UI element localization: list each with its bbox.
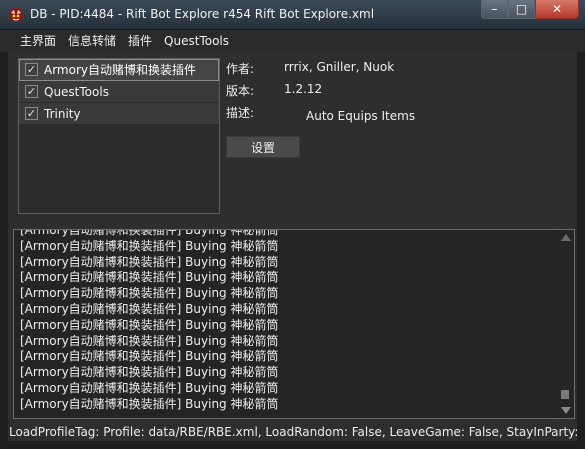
plugin-list: ✓ Armory自动赌博和换装插件 ✓ QuestTools ✓ Trinity	[18, 58, 220, 214]
status-text: LoadProfileTag: Profile: data/RBE/RBE.xm…	[9, 425, 577, 439]
app-icon	[9, 8, 23, 22]
scroll-down-icon[interactable]	[561, 407, 571, 414]
checkmark-icon: ✓	[26, 63, 37, 76]
author-label: 作者:	[226, 62, 255, 76]
menu-questtools[interactable]: QuestTools	[158, 30, 235, 52]
checkmark-icon: ✓	[26, 107, 37, 120]
log-line: [Armory自动赌博和换装插件] Buying 神秘箭筒	[20, 254, 279, 269]
log-line: [Armory自动赌博和换装插件] Buying 神秘箭筒	[20, 396, 279, 411]
status-bar: LoadProfileTag: Profile: data/RBE/RBE.xm…	[8, 424, 577, 441]
scroll-thumb[interactable]	[561, 390, 569, 399]
log-lines: [Armory自动赌博和换装插件] Buying 神秘箭筒 [Armory自动赌…	[20, 229, 560, 413]
menu-main[interactable]: 主界面	[14, 30, 62, 52]
checkmark-icon: ✓	[26, 85, 37, 98]
log-line: [Armory自动赌博和换装插件] Buying 神秘箭筒	[20, 229, 279, 237]
menu-bar: 主界面 信息转储 插件 QuestTools	[0, 30, 585, 52]
minimize-button[interactable]: –	[481, 0, 508, 19]
log-line: [Armory自动赌博和换装插件] Buying 神秘箭筒	[20, 365, 279, 380]
close-button[interactable]: ✕	[535, 0, 579, 19]
scroll-up-icon[interactable]	[561, 234, 571, 241]
log-line: [Armory自动赌博和换装插件] Buying 神秘箭筒	[20, 349, 279, 364]
title-bar[interactable]: DB - PID:4484 - Rift Bot Explore r454 Ri…	[0, 0, 585, 30]
window-controls: – □ ✕	[481, 0, 579, 20]
settings-button[interactable]: 设置	[226, 136, 300, 158]
log-line: [Armory自动赌博和换装插件] Buying 神秘箭筒	[20, 238, 279, 253]
maximize-icon: □	[515, 2, 528, 16]
log-line: [Armory自动赌博和换装插件] Buying 神秘箭筒	[20, 270, 279, 285]
log-line: [Armory自动赌博和换装插件] Buying 神秘箭筒	[20, 301, 279, 316]
author-value: rrrix, Gniller, Nuok	[284, 60, 395, 74]
plugin-checkbox[interactable]: ✓	[25, 63, 38, 76]
log-line: [Armory自动赌博和换装插件] Buying 神秘箭筒	[20, 380, 279, 395]
description-value: Auto Equips Items	[306, 109, 416, 123]
plugin-item-questtools[interactable]: ✓ QuestTools	[19, 81, 219, 103]
version-label: 版本:	[226, 84, 255, 98]
plugin-name: Trinity	[44, 106, 81, 121]
menu-info-dump[interactable]: 信息转储	[62, 30, 122, 52]
log-line: [Armory自动赌博和换装插件] Buying 神秘箭筒	[20, 286, 279, 301]
menu-plugins[interactable]: 插件	[122, 30, 158, 52]
minimize-icon: –	[491, 2, 498, 16]
log-line: [Armory自动赌博和换装插件] Buying 神秘箭筒	[20, 317, 279, 332]
log-line: [Armory自动赌博和换装插件] Buying 神秘箭筒	[20, 333, 279, 348]
plugin-item-armory[interactable]: ✓ Armory自动赌博和换装插件	[19, 59, 219, 81]
plugins-panel: ✓ Armory自动赌博和换装插件 ✓ QuestTools ✓ Trinity…	[8, 52, 577, 441]
window-title: DB - PID:4484 - Rift Bot Explore r454 Ri…	[30, 7, 375, 21]
plugin-checkbox[interactable]: ✓	[25, 85, 38, 98]
plugin-name: QuestTools	[44, 84, 109, 99]
description-label: 描述:	[226, 106, 255, 120]
close-icon: ✕	[551, 2, 563, 16]
plugin-name: Armory自动赌博和换装插件	[44, 63, 196, 77]
log-scrollbar[interactable]	[558, 230, 574, 418]
maximize-button[interactable]: □	[508, 0, 535, 19]
plugin-item-trinity[interactable]: ✓ Trinity	[19, 103, 219, 125]
log-output[interactable]: [Armory自动赌博和换装插件] Buying 神秘箭筒 [Armory自动赌…	[13, 229, 575, 419]
plugin-checkbox[interactable]: ✓	[25, 107, 38, 120]
version-value: 1.2.12	[284, 82, 323, 96]
